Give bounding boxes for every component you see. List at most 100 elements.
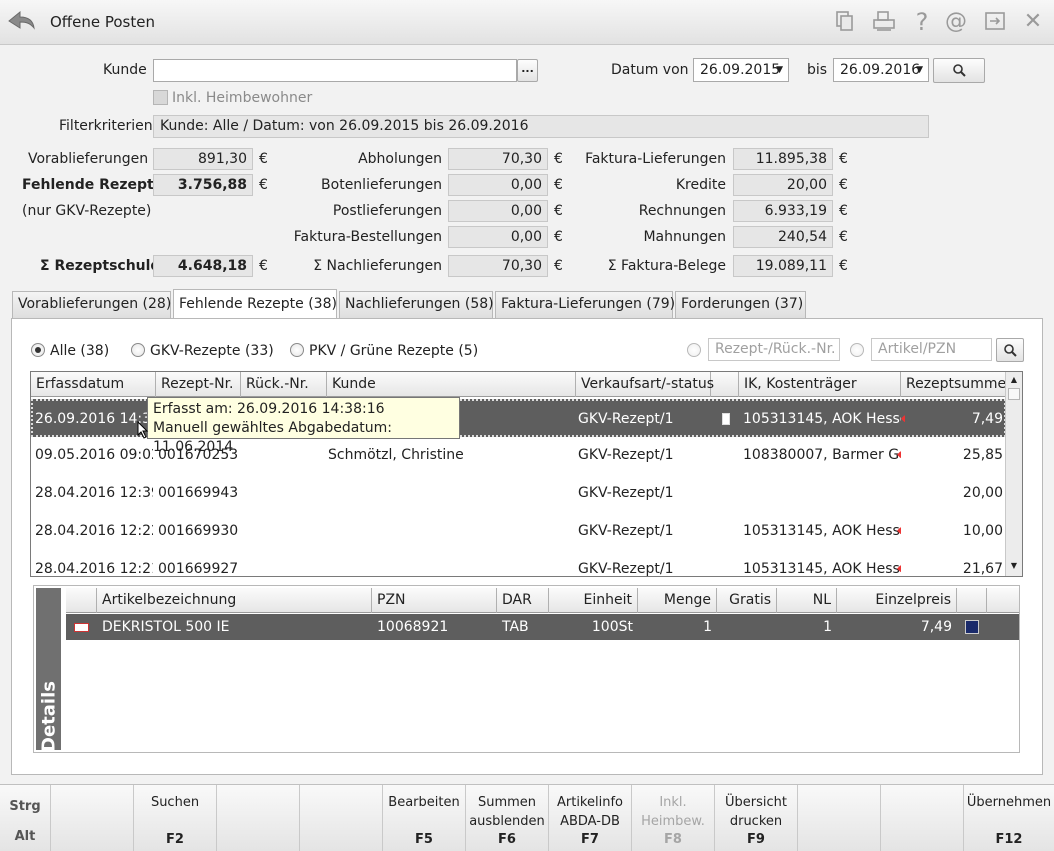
column-header[interactable]: Verkaufsart/-status	[576, 372, 714, 397]
column-header[interactable]: Artikelbezeichnung	[97, 588, 372, 613]
fkey-key: F9	[747, 832, 765, 847]
search-button[interactable]	[933, 58, 985, 83]
table-row[interactable]: 28.04.2016 12:22 001669930 GKV-Rezept/1 …	[31, 513, 1006, 551]
fehlende-rezepte-label: Fehlende Rezepte	[22, 177, 164, 193]
table-header: Erfassdatum Rezept-Nr. Rück.-Nr. Kunde V…	[31, 372, 1006, 397]
details-title: Details	[38, 681, 60, 752]
currency-symbol: €	[839, 151, 848, 167]
datum-von-dropdown[interactable]: 26.09.2015 ▼	[693, 58, 789, 82]
column-header[interactable]: Kunde	[327, 372, 576, 397]
rechnungen-label: Rechnungen	[638, 203, 726, 219]
heimbewohner-checkbox[interactable]	[153, 90, 168, 105]
column-header[interactable]: DAR	[497, 588, 549, 613]
column-header[interactable]: NL	[777, 588, 837, 613]
postlieferungen-value: 0,00	[448, 200, 548, 222]
cell-rezeptsumme: 25,85	[962, 447, 1003, 463]
fkey-label: Suchen	[150, 795, 200, 810]
window-switch-icon[interactable]	[983, 10, 1007, 34]
fkey-uebernehmen[interactable]: Übernehmen F12	[964, 785, 1054, 851]
fkey-key: F2	[166, 832, 184, 847]
printer-icon[interactable]	[872, 10, 896, 34]
column-header	[66, 588, 97, 613]
fkey-inkl-heimbew[interactable]: Inkl. Heimbew. F8	[632, 785, 715, 851]
fkey-f4[interactable]	[300, 785, 383, 851]
at-icon[interactable]: @	[944, 10, 968, 34]
details-row[interactable]: DEKRISTOL 500 IE 10068921 TAB 100St 1 1 …	[66, 614, 1019, 640]
scroll-thumb[interactable]	[1008, 388, 1020, 400]
radio-gkv[interactable]	[131, 343, 145, 357]
column-header[interactable]: Menge	[638, 588, 717, 613]
nachlieferungen-label: Σ Nachlieferungen	[313, 258, 442, 274]
kunde-input[interactable]	[153, 59, 517, 82]
radio-rezept-nr[interactable]	[687, 343, 701, 357]
radio-pkv[interactable]	[290, 343, 304, 357]
column-header[interactable]: PZN	[372, 588, 497, 613]
radio-alle[interactable]	[31, 343, 45, 357]
column-header[interactable]: Rück.-Nr.	[241, 372, 327, 397]
fkey-uebersicht-drucken[interactable]: Übersicht drucken F9	[715, 785, 798, 851]
column-header[interactable]: Rezeptsumme	[901, 372, 1006, 397]
window-title: Offene Posten	[50, 13, 155, 31]
cell-verkaufsart: GKV-Rezept/1	[578, 561, 674, 577]
heimbewohner-label: Inkl. Heimbewohner	[172, 90, 313, 106]
faktura-belege-label: Σ Faktura-Belege	[607, 258, 726, 274]
tab-faktura-lieferungen[interactable]: Faktura-Lieferungen (79)	[495, 291, 675, 318]
column-header[interactable]	[711, 372, 739, 397]
cell-erfassdatum: 28.04.2016 12:21	[35, 561, 153, 577]
column-header[interactable]: Erfassdatum	[31, 372, 156, 397]
copy-icon[interactable]	[833, 10, 857, 34]
table-row[interactable]: 28.04.2016 12:39 001669943 GKV-Rezept/1 …	[31, 475, 1006, 513]
scroll-up-icon[interactable]: ▲	[1008, 374, 1020, 386]
table-row[interactable]: 28.04.2016 12:21 001669927 GKV-Rezept/1 …	[31, 551, 1006, 577]
details-side-label: Details	[36, 588, 61, 752]
fkey-key: F12	[995, 832, 1023, 847]
tab-nachlieferungen[interactable]: Nachlieferungen (58)	[339, 291, 494, 318]
fkey-f1[interactable]	[51, 785, 134, 851]
tab-fehlende-rezepte[interactable]: Fehlende Rezepte (38)	[173, 289, 337, 318]
cell-ik: 108380007, Barmer GEK	[743, 447, 899, 463]
artikel-pzn-input[interactable]: Artikel/PZN	[871, 338, 992, 361]
faktura-belege-value: 19.089,11	[733, 255, 833, 277]
column-header[interactable]: IK, Kostenträger	[739, 372, 901, 397]
datum-bis-value: 26.09.2016	[840, 62, 921, 78]
filterkriterien-label: Filterkriterien	[59, 118, 153, 134]
function-key-bar: Strg Alt Suchen F2 Bearbeiten F5 Summen …	[0, 784, 1054, 851]
botenlieferungen-value: 0,00	[448, 174, 548, 196]
back-arrow-icon[interactable]	[6, 8, 36, 34]
fkey-label: Übersicht drucken	[725, 795, 787, 829]
modifier-keys: Strg Alt	[0, 785, 51, 851]
info-icon[interactable]	[965, 614, 981, 640]
cell-erfassdatum: 28.04.2016 12:39	[35, 485, 153, 501]
fkey-suchen[interactable]: Suchen F2	[134, 785, 217, 851]
fkey-f3[interactable]	[217, 785, 300, 851]
search-icon	[1004, 344, 1017, 357]
fkey-summen-ausblenden[interactable]: Summen ausblenden F6	[466, 785, 549, 851]
faktura-bestellungen-value: 0,00	[448, 226, 548, 248]
close-icon[interactable]: ✕	[1021, 10, 1045, 34]
datum-bis-dropdown[interactable]: 26.09.2016 ▼	[833, 58, 929, 82]
rezeptschuld-label: Σ Rezeptschuld	[40, 258, 161, 274]
fkey-f11[interactable]	[881, 785, 964, 851]
artikel-search-button[interactable]	[996, 338, 1024, 362]
column-header[interactable]: Gratis	[717, 588, 777, 613]
tooltip-line-abgabedatum: Manuell gewähltes Abgabedatum: 11.06.201…	[153, 420, 392, 455]
column-header[interactable]: Rezept-Nr.	[156, 372, 241, 397]
cell-ik: 105313145, AOK Hesse	[743, 411, 901, 427]
rezept-nr-input[interactable]: Rezept-/Rück.-Nr.	[708, 338, 840, 361]
tab-vorablieferungen[interactable]: Vorablieferungen (28)	[12, 291, 171, 318]
vorablieferungen-value: 891,30	[153, 148, 253, 170]
tab-forderungen[interactable]: Forderungen (37)	[675, 291, 806, 318]
kunde-browse-button[interactable]: ...	[517, 59, 538, 82]
fkey-f10[interactable]	[798, 785, 881, 851]
cell-erfassdatum: 28.04.2016 12:22	[35, 523, 153, 539]
help-icon[interactable]: ?	[910, 10, 934, 34]
column-header[interactable]: Einzelpreis	[837, 588, 957, 613]
rechnungen-value: 6.933,19	[733, 200, 833, 222]
vertical-scrollbar[interactable]: ▲ ▼	[1005, 372, 1022, 576]
radio-artikel[interactable]	[850, 343, 864, 357]
fkey-artikelinfo[interactable]: Artikelinfo ABDA-DB F7	[549, 785, 632, 851]
scroll-down-icon[interactable]: ▼	[1008, 560, 1020, 572]
column-header[interactable]: Einheit	[549, 588, 638, 613]
vorablieferungen-label: Vorablieferungen	[28, 151, 149, 167]
fkey-bearbeiten[interactable]: Bearbeiten F5	[383, 785, 466, 851]
